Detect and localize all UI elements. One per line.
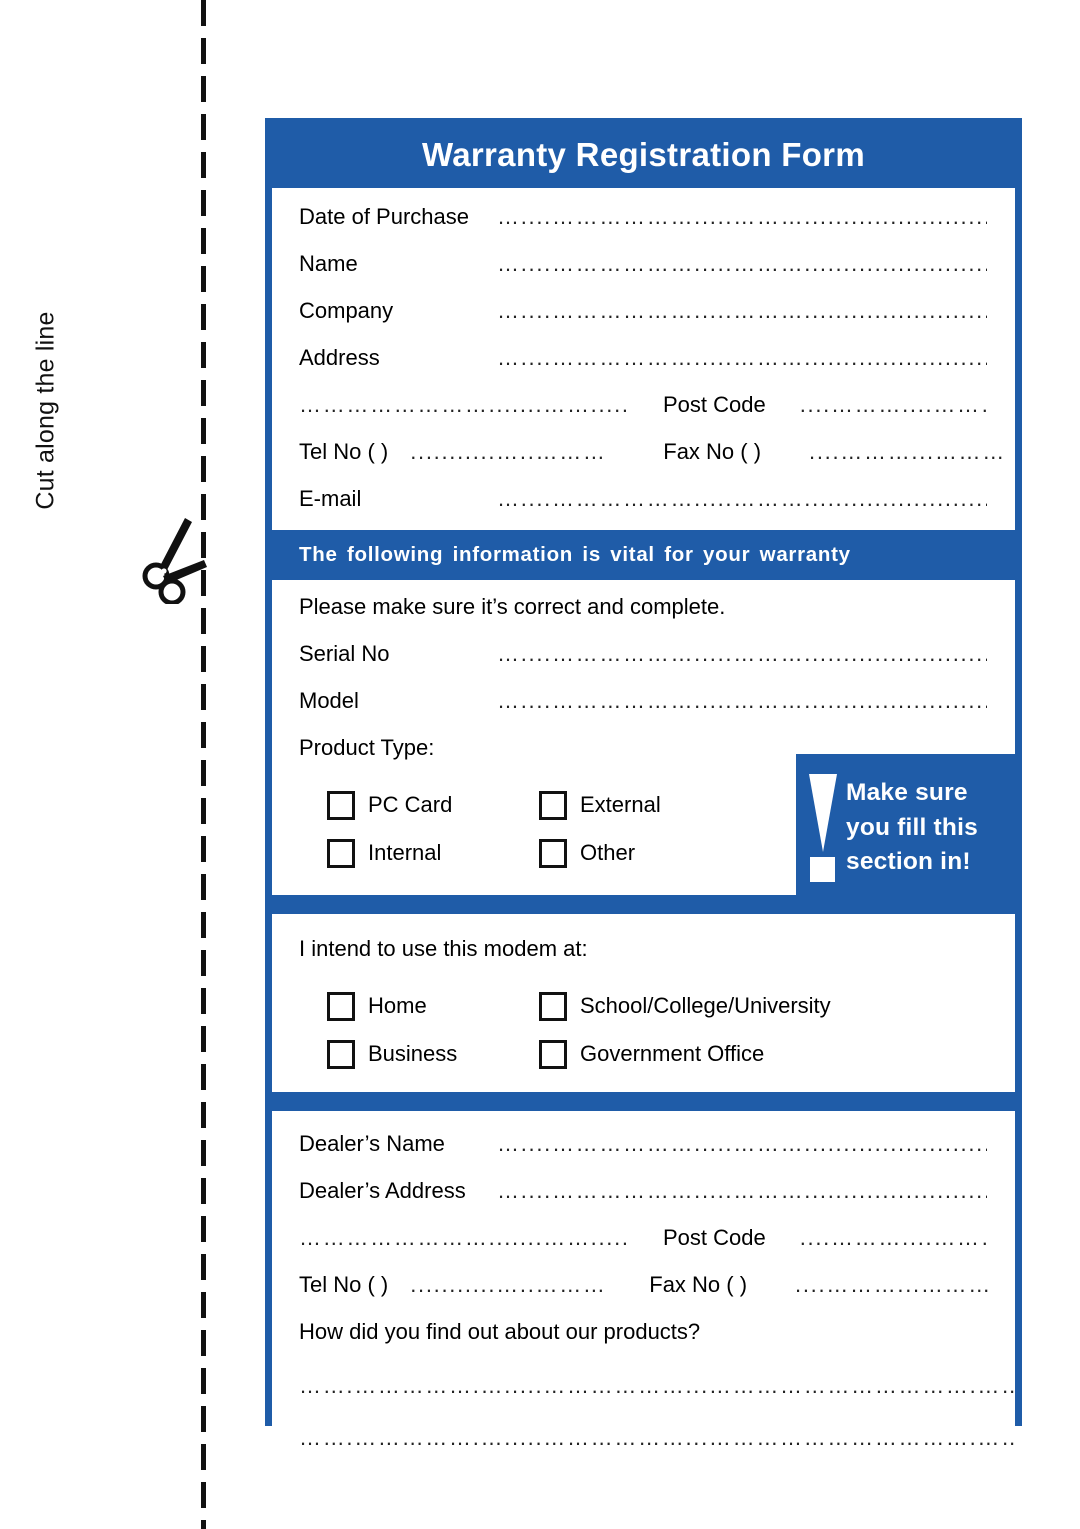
checkbox-pc-card[interactable]: [327, 790, 355, 820]
field-row-dealer-address: Dealer’s Address …....……………….....………....…: [272, 1178, 1015, 1225]
label-fax-no[interactable]: Fax No ( ): [663, 439, 761, 465]
customer-section: Date of Purchase …....……………….....………....…: [272, 188, 1015, 530]
input-date-of-purchase[interactable]: …....……………….....……….....................…: [497, 204, 987, 230]
exclamation-icon: [806, 774, 840, 882]
callout-line-1: Make sure: [846, 778, 968, 806]
checkbox-label-home: Home: [368, 993, 427, 1018]
input-dealer-fax-no[interactable]: ....………...……….: [795, 1272, 990, 1298]
label-company: Company: [299, 298, 394, 323]
label-post-code: Post Code: [663, 392, 766, 417]
field-row-dealer-postcode: …………………….......……........... Post Code .…: [272, 1225, 1015, 1272]
input-email[interactable]: …....……………….....……….....................…: [497, 486, 987, 512]
input-dealer-tel-no[interactable]: ...........…..………: [410, 1272, 615, 1298]
checkbox-business[interactable]: [327, 1039, 355, 1069]
warranty-registration-form: Warranty Registration Form Date of Purch…: [265, 118, 1022, 1477]
label-email: E-mail: [299, 486, 362, 511]
input-address-line2[interactable]: …………………….......……...........: [299, 392, 629, 418]
label-dealer-post-code: Post Code: [663, 1225, 766, 1250]
cut-along-line-label: Cut along the line: [31, 311, 60, 510]
scissors-icon: [141, 512, 215, 606]
checkbox-label-other: Other: [580, 840, 636, 865]
referral-question: How did you find out about our products?: [299, 1319, 701, 1344]
checkbox-item-pc-card[interactable]: PC Card: [327, 790, 539, 820]
warranty-info-banner: The following information is vital for y…: [272, 530, 1015, 580]
checkbox-item-external[interactable]: External: [539, 790, 661, 820]
label-dealer-fax-no[interactable]: Fax No ( ): [649, 1272, 747, 1298]
field-row-address: Address …....……………….....……….............…: [272, 345, 1015, 392]
usage-question: I intend to use this modem at:: [299, 936, 588, 961]
warranty-note: Please make sure it’s correct and comple…: [299, 594, 726, 619]
field-row-dealer-tel-fax: Tel No ( ) ...........…..……… Fax No ( ) …: [272, 1272, 1015, 1319]
usage-section: I intend to use this modem at: Home Scho…: [272, 914, 1015, 1092]
checkbox-label-external: External: [580, 792, 661, 817]
checkbox-government-office[interactable]: [539, 1039, 567, 1069]
checkbox-external[interactable]: [539, 790, 567, 820]
checkbox-item-home[interactable]: Home: [327, 991, 539, 1021]
usage-row-1: Home School/College/University: [272, 982, 1015, 1030]
input-dealer-name[interactable]: …....……………….....……….....................…: [497, 1131, 987, 1157]
checkbox-other[interactable]: [539, 838, 567, 868]
checkbox-item-other[interactable]: Other: [539, 838, 636, 868]
checkbox-item-school[interactable]: School/College/University: [539, 991, 831, 1021]
label-dealer-tel-no[interactable]: Tel No ( ): [299, 1272, 388, 1298]
warranty-section: Please make sure it’s correct and comple…: [272, 580, 1022, 902]
input-referral-line-2[interactable]: …….…………….….....………………...…………………………….……………: [272, 1425, 1015, 1477]
label-dealer-name: Dealer’s Name: [299, 1131, 445, 1156]
checkbox-label-pc-card: PC Card: [368, 792, 453, 817]
section-divider-2: [272, 1092, 1015, 1111]
input-address[interactable]: …....……………….....……….....................…: [497, 345, 987, 371]
input-name[interactable]: …....……………….....……….....................…: [497, 251, 987, 277]
input-serial-no[interactable]: …....……………….....……….....................…: [497, 641, 987, 667]
cut-line: [201, 0, 206, 1529]
checkbox-label-business: Business: [368, 1041, 458, 1066]
page-title: Warranty Registration Form: [422, 136, 865, 173]
checkbox-item-business[interactable]: Business: [327, 1039, 539, 1069]
input-post-code[interactable]: ....………....……….: [800, 392, 990, 418]
input-dealer-address[interactable]: …....……………….....……….....................…: [497, 1178, 987, 1204]
callout-line-2: you fill this: [846, 813, 978, 841]
field-row-tel-fax: Tel No ( ) ...........…..……… Fax No ( ) …: [272, 439, 1015, 486]
checkbox-label-school: School/College/University: [580, 993, 831, 1018]
label-tel-no[interactable]: Tel No ( ): [299, 439, 388, 465]
input-dealer-post-code[interactable]: ....………....……….: [800, 1225, 990, 1251]
field-row-address-postcode: …………………….......……........... Post Code .…: [272, 392, 1015, 439]
label-dealer-address: Dealer’s Address: [299, 1178, 466, 1203]
field-row-email: E-mail …....……………….....………..............…: [272, 486, 1015, 530]
label-name: Name: [299, 251, 358, 276]
checkbox-item-internal[interactable]: Internal: [327, 838, 539, 868]
input-referral-line-1[interactable]: …….…………….….....………………...…………………………….……………: [272, 1373, 1015, 1425]
checkbox-school[interactable]: [539, 991, 567, 1021]
input-dealer-address-line2[interactable]: …………………….......……...........: [299, 1225, 629, 1251]
checkbox-item-government-office[interactable]: Government Office: [539, 1039, 765, 1069]
field-row-name: Name …....……………….....………................…: [272, 251, 1015, 298]
checkbox-home[interactable]: [327, 991, 355, 1021]
form-title-banner: Warranty Registration Form: [272, 125, 1015, 188]
input-company[interactable]: …....……………….....……….....................…: [497, 298, 987, 324]
field-row-date-of-purchase: Date of Purchase …....……………….....………....…: [272, 204, 1015, 251]
checkbox-label-internal: Internal: [368, 840, 442, 865]
usage-row-2: Business Government Office: [272, 1030, 1015, 1078]
field-row-dealer-name: Dealer’s Name …....……………….....……….......…: [272, 1131, 1015, 1178]
input-model[interactable]: …....……………….....……….....................…: [497, 688, 987, 714]
input-fax-no[interactable]: ....………...……….: [809, 439, 1004, 465]
label-serial-no: Serial No: [299, 641, 390, 666]
checkbox-internal[interactable]: [327, 838, 355, 868]
dealer-section: Dealer’s Name …....……………….....……….......…: [272, 1111, 1015, 1477]
field-row-serial-no: Serial No …....……………….....………...........…: [272, 641, 1015, 688]
checkbox-label-government-office: Government Office: [580, 1041, 765, 1066]
make-sure-callout: Make sure you fill this section in!: [796, 754, 1022, 902]
label-date-of-purchase: Date of Purchase: [299, 204, 469, 229]
callout-line-3: section in!: [846, 848, 971, 876]
warranty-banner-text: The following information is vital for y…: [299, 543, 851, 566]
field-row-model: Model …....……………….....………...............…: [272, 688, 1015, 735]
input-tel-no[interactable]: ...........…..………: [410, 439, 615, 465]
label-model: Model: [299, 688, 359, 713]
label-address: Address: [299, 345, 380, 370]
field-row-company: Company …....……………….....……….............…: [272, 298, 1015, 345]
